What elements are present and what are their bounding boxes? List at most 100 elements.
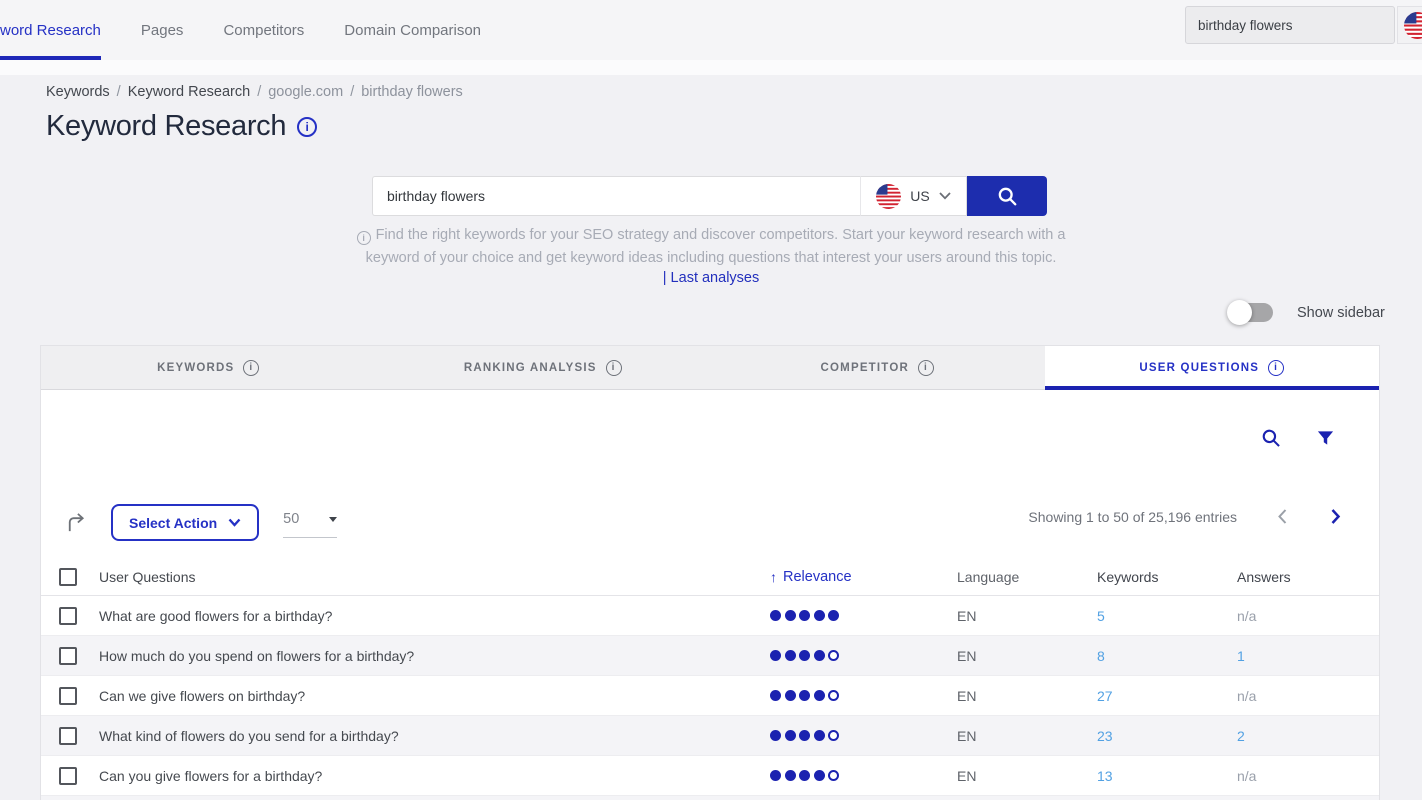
relevance-dot-filled — [785, 650, 796, 661]
language-value: EN — [952, 728, 1092, 744]
info-icon — [357, 231, 371, 245]
column-keywords: Keywords — [1092, 569, 1232, 585]
relevance-dot-filled — [799, 690, 810, 701]
table-row[interactable]: What are good flowers for a birthday? EN… — [41, 596, 1379, 636]
keywords-count-link[interactable]: 23 — [1097, 728, 1113, 744]
row-checkbox[interactable] — [59, 647, 77, 665]
relevance-dot-filled — [814, 770, 825, 781]
breadcrumb-keywords[interactable]: Keywords — [46, 84, 110, 100]
description-line-1: Find the right keywords for your SEO str… — [376, 227, 1066, 243]
select-action-dropdown[interactable]: Select Action — [111, 504, 259, 541]
breadcrumb-domain[interactable]: google.com — [268, 84, 343, 100]
country-selector[interactable]: US — [861, 176, 967, 216]
column-relevance[interactable]: Relevance — [770, 569, 852, 585]
table-body: What are good flowers for a birthday? EN… — [41, 596, 1379, 800]
page-description: Find the right keywords for your SEO str… — [0, 224, 1422, 269]
table-search-button[interactable] — [1261, 428, 1282, 449]
relevance-dot-filled — [799, 770, 810, 781]
info-icon[interactable] — [297, 117, 317, 137]
user-question-text: Can you give flowers for a birthday? — [99, 768, 762, 784]
search-button[interactable] — [967, 176, 1047, 216]
relevance-dots — [762, 610, 952, 621]
header-divider-strip — [0, 60, 1422, 75]
language-value: EN — [952, 608, 1092, 624]
table-filter-button[interactable] — [1316, 429, 1335, 448]
keywords-count-link[interactable]: 8 — [1097, 648, 1105, 664]
table-row[interactable]: Can you give flowers for a birthday? EN … — [41, 756, 1379, 796]
nav-item-domain-comparison[interactable]: Domain Comparison — [344, 0, 481, 60]
column-user-questions: User Questions — [99, 569, 762, 585]
relevance-dot-filled — [770, 730, 781, 741]
export-arrow-icon — [64, 511, 87, 534]
filter-icon — [1316, 429, 1335, 448]
answers-value: n/a — [1237, 768, 1256, 784]
user-questions-table: User Questions Relevance Language Keywor… — [41, 559, 1379, 800]
tab-competitor[interactable]: COMPETITOR — [710, 346, 1045, 389]
show-sidebar-toggle[interactable] — [1229, 303, 1273, 322]
relevance-dot-hollow — [828, 730, 839, 741]
next-page-button[interactable] — [1328, 506, 1343, 527]
table-row[interactable]: What kind of flowers do you send for a b… — [41, 716, 1379, 756]
nav-item-competitors[interactable]: Competitors — [223, 0, 304, 60]
last-analyses-link[interactable]: | Last analyses — [0, 270, 1422, 286]
table-row-partial — [41, 796, 1379, 800]
row-checkbox[interactable] — [59, 687, 77, 705]
language-value: EN — [952, 688, 1092, 704]
relevance-dot-filled — [770, 770, 781, 781]
answers-value[interactable]: 2 — [1237, 728, 1245, 744]
relevance-dot-filled — [770, 650, 781, 661]
relevance-dot-hollow — [828, 770, 839, 781]
breadcrumb-keyword-research[interactable]: Keyword Research — [128, 84, 251, 100]
tab-ranking-analysis[interactable]: RANKING ANALYSIS — [376, 346, 711, 389]
breadcrumb-separator: / — [117, 84, 121, 100]
quick-search-input[interactable] — [1185, 6, 1395, 44]
keywords-count-link[interactable]: 5 — [1097, 608, 1105, 624]
quick-search-country-button[interactable] — [1397, 6, 1422, 44]
answers-value: n/a — [1237, 608, 1256, 624]
tab-bar: KEYWORDS RANKING ANALYSIS COMPETITOR USE… — [41, 346, 1379, 390]
tab-label: COMPETITOR — [821, 362, 909, 374]
row-checkbox[interactable] — [59, 767, 77, 785]
page-size-value: 50 — [283, 511, 299, 527]
keyword-search-input[interactable] — [372, 176, 861, 216]
row-checkbox[interactable] — [59, 727, 77, 745]
previous-page-button[interactable] — [1275, 506, 1290, 527]
table-row[interactable]: Can we give flowers on birthday? EN 27 n… — [41, 676, 1379, 716]
nav-item-pages[interactable]: Pages — [141, 0, 184, 60]
relevance-dot-filled — [814, 610, 825, 621]
results-card: KEYWORDS RANKING ANALYSIS COMPETITOR USE… — [40, 345, 1380, 800]
keyword-search-bar: US — [372, 176, 1047, 216]
country-code-label: US — [910, 188, 929, 204]
chevron-right-icon — [1330, 508, 1341, 525]
relevance-dot-filled — [828, 610, 839, 621]
relevance-dot-filled — [799, 730, 810, 741]
info-icon[interactable] — [1268, 360, 1284, 376]
nav-item-keyword-research[interactable]: word Research — [0, 0, 101, 60]
select-all-checkbox[interactable] — [59, 568, 77, 586]
relevance-dot-filled — [814, 690, 825, 701]
showing-entries-text: Showing 1 to 50 of 25,196 entries — [1028, 509, 1237, 525]
tab-label: RANKING ANALYSIS — [464, 362, 597, 374]
column-relevance-label: Relevance — [783, 569, 852, 585]
table-row[interactable]: How much do you spend on flowers for a b… — [41, 636, 1379, 676]
tab-keywords[interactable]: KEYWORDS — [41, 346, 376, 389]
answers-value: n/a — [1237, 688, 1256, 704]
row-checkbox[interactable] — [59, 607, 77, 625]
answers-value[interactable]: 1 — [1237, 648, 1245, 664]
info-icon[interactable] — [243, 360, 259, 376]
info-icon[interactable] — [606, 360, 622, 376]
relevance-dot-filled — [770, 690, 781, 701]
relevance-dots — [762, 690, 952, 701]
breadcrumb: Keywords / Keyword Research / google.com… — [46, 84, 463, 100]
user-question-text: Can we give flowers on birthday? — [99, 688, 762, 704]
tab-user-questions[interactable]: USER QUESTIONS — [1045, 346, 1380, 389]
page-size-select[interactable]: 50 — [283, 508, 337, 538]
language-value: EN — [952, 648, 1092, 664]
keywords-count-link[interactable]: 27 — [1097, 688, 1113, 704]
info-icon[interactable] — [918, 360, 934, 376]
column-language: Language — [952, 569, 1092, 585]
keywords-count-link[interactable]: 13 — [1097, 768, 1113, 784]
export-button[interactable] — [64, 511, 87, 534]
chevron-down-icon — [939, 192, 951, 200]
breadcrumb-separator: / — [257, 84, 261, 100]
